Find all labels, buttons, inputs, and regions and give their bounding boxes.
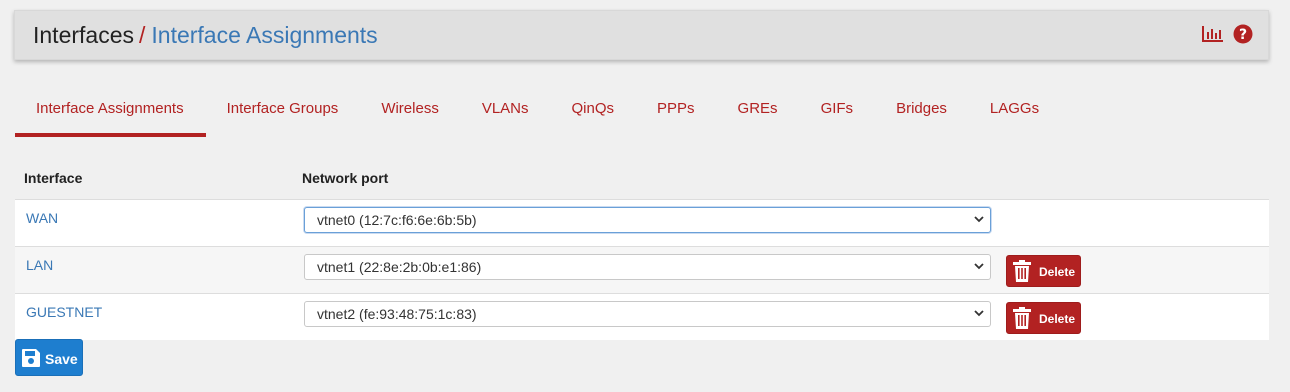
breadcrumb-separator: / [139, 22, 146, 48]
tab-bridges[interactable]: Bridges [875, 89, 969, 137]
delete-button-guestnet[interactable]: Delete [1006, 302, 1081, 334]
chevron-down-icon [974, 263, 984, 270]
breadcrumb-current[interactable]: Interface Assignments [151, 22, 377, 48]
tab-gres[interactable]: GREs [717, 89, 800, 137]
tab-laggs[interactable]: LAGGs [969, 89, 1061, 137]
interface-link-wan[interactable]: WAN [26, 210, 58, 226]
interface-link-guestnet[interactable]: GUESTNET [26, 304, 102, 320]
chevron-down-icon [974, 216, 984, 223]
svg-text:?: ? [1239, 27, 1247, 43]
select-value: vtnet1 (22:8e:2b:0b:e1:86) [317, 259, 482, 275]
table-row: LAN vtnet1 (22:8e:2b:0b:e1:86) Delete [15, 247, 1269, 294]
tab-ppps[interactable]: PPPs [636, 89, 717, 137]
save-disk-icon [22, 349, 40, 367]
select-value: vtnet0 (12:7c:f6:6e:6b:5b) [317, 212, 477, 228]
tab-interface-groups[interactable]: Interface Groups [206, 89, 361, 137]
table-row: GUESTNET vtnet2 (fe:93:48:75:1c:83) Dele… [15, 294, 1269, 340]
tab-wireless[interactable]: Wireless [360, 89, 461, 137]
column-header-network-port: Network port [302, 170, 389, 186]
breadcrumb: Interfaces / Interface Assignments [33, 22, 378, 49]
chevron-down-icon [974, 310, 984, 317]
network-port-select-guestnet[interactable]: vtnet2 (fe:93:48:75:1c:83) [304, 301, 991, 327]
column-header-interface: Interface [24, 170, 83, 186]
tab-gifs[interactable]: GIFs [800, 89, 876, 137]
tab-qinqs[interactable]: QinQs [551, 89, 637, 137]
tab-vlans[interactable]: VLANs [461, 89, 551, 137]
select-value: vtnet2 (fe:93:48:75:1c:83) [317, 306, 477, 322]
tab-bar: Interface Assignments Interface Groups W… [15, 89, 1061, 137]
network-port-select-lan[interactable]: vtnet1 (22:8e:2b:0b:e1:86) [304, 254, 991, 280]
help-icon[interactable]: ? [1233, 24, 1253, 44]
table-header: Interface Network port [15, 155, 1269, 200]
bar-chart-icon[interactable] [1202, 26, 1223, 42]
trash-icon [1013, 260, 1031, 282]
tab-interface-assignments[interactable]: Interface Assignments [15, 89, 206, 137]
delete-label: Delete [1039, 265, 1076, 279]
table-row: WAN vtnet0 (12:7c:f6:6e:6b:5b) [15, 200, 1269, 247]
trash-icon [1013, 307, 1031, 329]
delete-button-lan[interactable]: Delete [1006, 255, 1081, 287]
page-header: Interfaces / Interface Assignments ? [14, 10, 1269, 60]
save-label: Save [45, 351, 78, 367]
interface-table: Interface Network port WAN vtnet0 (12:7c… [15, 155, 1269, 340]
save-button[interactable]: Save [15, 339, 83, 376]
interface-link-lan[interactable]: LAN [26, 257, 53, 273]
network-port-select-wan[interactable]: vtnet0 (12:7c:f6:6e:6b:5b) [304, 207, 991, 233]
delete-label: Delete [1039, 312, 1076, 326]
breadcrumb-root[interactable]: Interfaces [33, 22, 134, 48]
header-icons: ? [1202, 24, 1253, 44]
